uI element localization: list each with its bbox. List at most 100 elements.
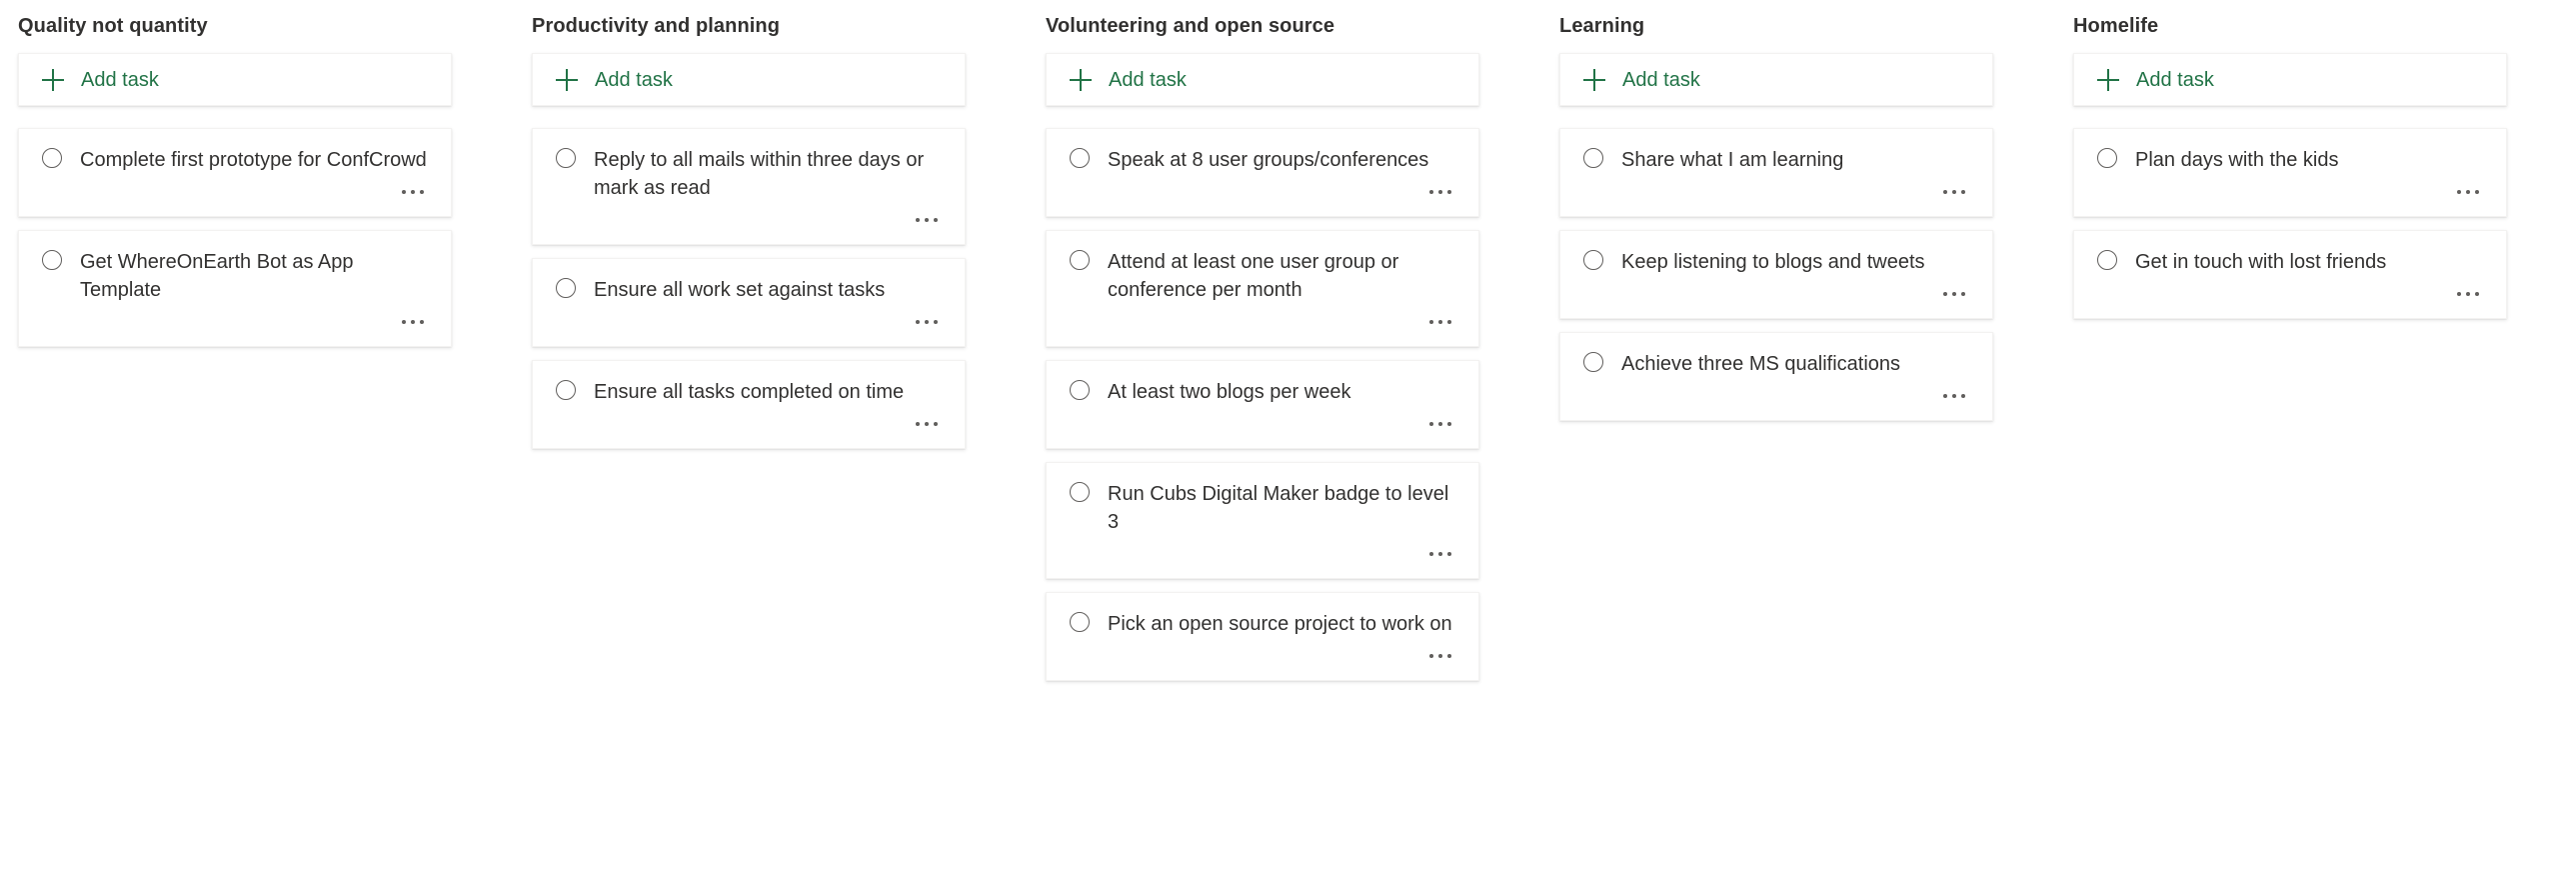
task-card[interactable]: Run Cubs Digital Maker badge to level 3	[1046, 462, 1479, 579]
more-options-icon[interactable]	[1425, 543, 1455, 565]
task-checkbox-circle-icon[interactable]	[556, 380, 576, 400]
add-task-button[interactable]: Add task	[1559, 53, 1993, 106]
more-options-icon[interactable]	[1425, 645, 1455, 667]
task-card-header: Pick an open source project to work on	[1070, 610, 1457, 638]
bucket-column: Quality not quantity Add task Complete fir…	[0, 0, 514, 360]
task-card-header: Keep listening to blogs and tweets	[1583, 248, 1971, 276]
more-options-icon[interactable]	[1425, 181, 1455, 203]
task-card-footer	[1070, 406, 1457, 448]
task-checkbox-circle-icon[interactable]	[1070, 482, 1090, 502]
more-options-icon[interactable]	[2453, 181, 2483, 203]
add-task-button[interactable]: Add task	[2073, 53, 2507, 106]
bucket-title: Volunteering and open source	[1046, 12, 1541, 40]
task-checkbox-circle-icon[interactable]	[1070, 380, 1090, 400]
task-card[interactable]: Share what I am learning	[1559, 128, 1993, 217]
task-card[interactable]: Reply to all mails within three days or …	[532, 128, 966, 245]
task-checkbox-circle-icon[interactable]	[2097, 250, 2117, 270]
task-card[interactable]: Pick an open source project to work on	[1046, 592, 1479, 681]
bucket-column: Learning Add task Share what I am learning…	[1541, 0, 2055, 434]
task-card-header: Share what I am learning	[1583, 146, 1971, 174]
task-checkbox-circle-icon[interactable]	[1070, 612, 1090, 632]
more-options-icon[interactable]	[2453, 283, 2483, 305]
plus-icon	[2097, 69, 2119, 91]
task-card[interactable]: Attend at least one user group or confer…	[1046, 230, 1479, 347]
more-options-icon[interactable]	[1425, 311, 1455, 333]
task-card-footer	[42, 174, 430, 216]
add-task-button[interactable]: Add task	[532, 53, 966, 106]
more-options-icon[interactable]	[1939, 283, 1969, 305]
add-task-label: Add task	[2136, 68, 2214, 92]
bucket-column: Productivity and planning Add task Reply t…	[514, 0, 1028, 462]
task-card-footer	[2097, 276, 2485, 318]
task-card-header: Run Cubs Digital Maker badge to level 3	[1070, 480, 1457, 536]
task-card[interactable]: Speak at 8 user groups/conferences	[1046, 128, 1479, 217]
task-title: Ensure all tasks completed on time	[594, 378, 904, 406]
bucket-card-list: Add task Complete first prototype for Con…	[18, 53, 452, 347]
task-card-footer	[556, 202, 944, 244]
bucket-title: Homelife	[2073, 12, 2569, 40]
more-options-icon[interactable]	[398, 181, 428, 203]
task-card-header: Plan days with the kids	[2097, 146, 2485, 174]
add-task-button[interactable]: Add task	[1046, 53, 1479, 106]
task-checkbox-circle-icon[interactable]	[2097, 148, 2117, 168]
task-checkbox-circle-icon[interactable]	[42, 250, 62, 270]
bucket-title: Learning	[1559, 12, 2055, 40]
bucket-card-list: Add task Speak at 8 user groups/conferenc…	[1046, 53, 1479, 681]
task-checkbox-circle-icon[interactable]	[556, 278, 576, 298]
bucket-column: Volunteering and open source Add task Spea…	[1028, 0, 1541, 694]
bucket-column: Homelife Add task Plan days with the kids G…	[2055, 0, 2569, 332]
task-board: Quality not quantity Add task Complete fir…	[0, 0, 2576, 879]
task-card-header: Complete first prototype for ConfCrowd	[42, 146, 430, 174]
task-checkbox-circle-icon[interactable]	[42, 148, 62, 168]
task-card-footer	[556, 406, 944, 448]
bucket-card-list: Add task Share what I am learning Keep lis…	[1559, 53, 1993, 421]
task-card[interactable]: Get WhereOnEarth Bot as App Template	[18, 230, 452, 347]
task-card[interactable]: At least two blogs per week	[1046, 360, 1479, 449]
task-card-footer	[1070, 174, 1457, 216]
bucket-card-list: Add task Reply to all mails within three …	[532, 53, 966, 449]
task-title: Speak at 8 user groups/conferences	[1108, 146, 1428, 174]
task-card-header: Get in touch with lost friends	[2097, 248, 2485, 276]
task-checkbox-circle-icon[interactable]	[556, 148, 576, 168]
task-card-footer	[1583, 174, 1971, 216]
task-card-header: At least two blogs per week	[1070, 378, 1457, 406]
task-title: Run Cubs Digital Maker badge to level 3	[1108, 480, 1457, 536]
task-title: Reply to all mails within three days or …	[594, 146, 944, 202]
task-checkbox-circle-icon[interactable]	[1583, 148, 1603, 168]
task-card[interactable]: Achieve three MS qualifications	[1559, 332, 1993, 421]
task-card-footer	[2097, 174, 2485, 216]
task-card-footer	[1583, 276, 1971, 318]
more-options-icon[interactable]	[1425, 413, 1455, 435]
task-checkbox-circle-icon[interactable]	[1070, 148, 1090, 168]
task-card-header: Achieve three MS qualifications	[1583, 350, 1971, 378]
more-options-icon[interactable]	[912, 413, 942, 435]
bucket-title: Quality not quantity	[18, 12, 514, 40]
more-options-icon[interactable]	[912, 311, 942, 333]
plus-icon	[1070, 69, 1092, 91]
task-card[interactable]: Keep listening to blogs and tweets	[1559, 230, 1993, 319]
task-checkbox-circle-icon[interactable]	[1070, 250, 1090, 270]
task-card[interactable]: Plan days with the kids	[2073, 128, 2507, 217]
add-task-button[interactable]: Add task	[18, 53, 452, 106]
task-card[interactable]: Ensure all work set against tasks	[532, 258, 966, 347]
more-options-icon[interactable]	[398, 311, 428, 333]
add-task-label: Add task	[1109, 68, 1187, 92]
task-card[interactable]: Ensure all tasks completed on time	[532, 360, 966, 449]
task-card-header: Get WhereOnEarth Bot as App Template	[42, 248, 430, 304]
add-task-label: Add task	[1622, 68, 1700, 92]
task-title: Complete first prototype for ConfCrowd	[80, 146, 427, 174]
task-card[interactable]: Get in touch with lost friends	[2073, 230, 2507, 319]
task-checkbox-circle-icon[interactable]	[1583, 250, 1603, 270]
task-card-footer	[556, 304, 944, 346]
bucket-card-list: Add task Plan days with the kids Get in to…	[2073, 53, 2507, 319]
plus-icon	[42, 69, 64, 91]
add-task-label: Add task	[595, 68, 673, 92]
task-checkbox-circle-icon[interactable]	[1583, 352, 1603, 372]
more-options-icon[interactable]	[1939, 181, 1969, 203]
more-options-icon[interactable]	[1939, 385, 1969, 407]
task-card[interactable]: Complete first prototype for ConfCrowd	[18, 128, 452, 217]
more-options-icon[interactable]	[912, 209, 942, 231]
task-title: Ensure all work set against tasks	[594, 276, 885, 304]
task-title: Pick an open source project to work on	[1108, 610, 1452, 638]
bucket-title: Productivity and planning	[532, 12, 1028, 40]
